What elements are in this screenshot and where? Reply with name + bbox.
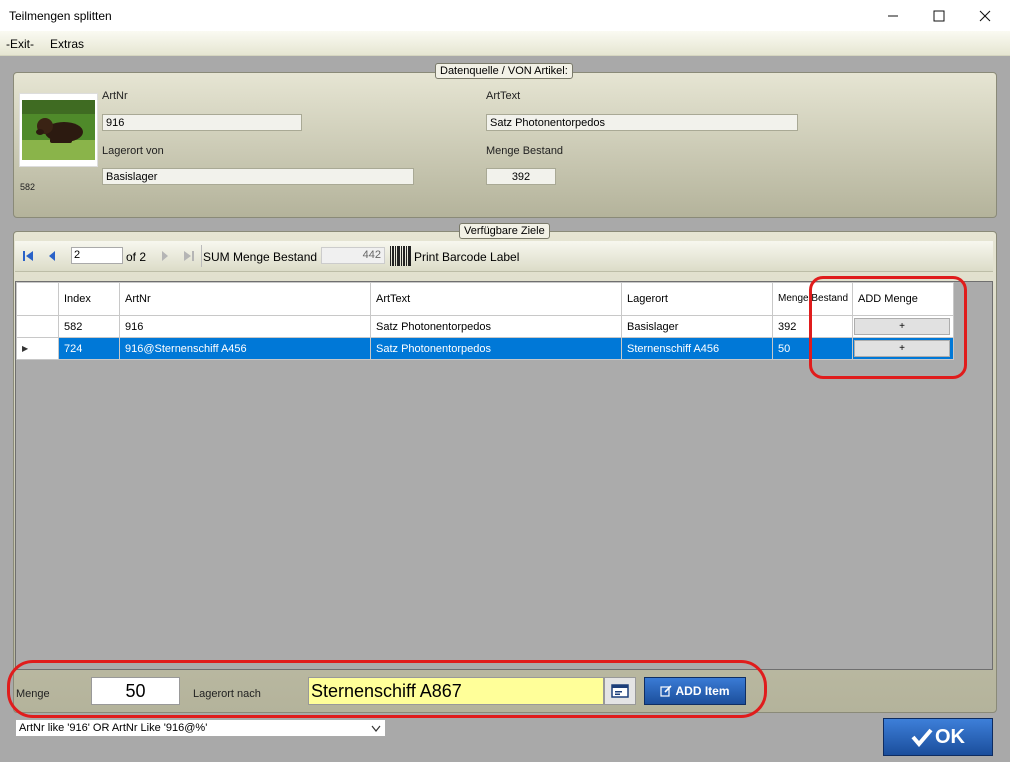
arttext-field[interactable]: Satz Photonentorpedos bbox=[486, 114, 798, 131]
table-row-selected[interactable]: ▶ 724 916@Sternenschiff A456 Satz Photon… bbox=[16, 337, 954, 360]
menu-exit[interactable]: -Exit- bbox=[6, 37, 34, 51]
row-header[interactable] bbox=[16, 315, 59, 338]
checkmark-icon bbox=[911, 728, 933, 747]
menu-bar: -Exit- Extras bbox=[0, 31, 1010, 56]
move-first-button[interactable] bbox=[22, 249, 34, 266]
cell-arttext[interactable]: Satz Photonentorpedos bbox=[370, 337, 622, 360]
table-row[interactable]: 582 916 Satz Photonentorpedos Basislager… bbox=[16, 315, 954, 338]
target-table: Index ArtNr ArtText Lagerort Menge Besta… bbox=[16, 282, 954, 360]
column-header-menge-bestand[interactable]: Menge Bestand bbox=[772, 282, 853, 316]
sum-field: 442 bbox=[321, 247, 385, 264]
add-menge-button[interactable]: + bbox=[854, 340, 950, 357]
lagerort-nach-label: Lagerort nach bbox=[193, 688, 261, 700]
arttext-label: ArtText bbox=[486, 90, 521, 102]
cell-arttext[interactable]: Satz Photonentorpedos bbox=[370, 315, 622, 338]
column-header-add-menge[interactable]: ADD Menge bbox=[852, 282, 954, 316]
title-bar: Teilmengen splitten bbox=[0, 0, 1010, 31]
menge-label: Menge bbox=[16, 688, 50, 700]
ok-button[interactable]: OK bbox=[883, 718, 993, 756]
cell-artnr[interactable]: 916 bbox=[119, 315, 371, 338]
next-icon bbox=[162, 251, 168, 261]
print-barcode-label[interactable]: Print Barcode Label bbox=[414, 250, 519, 264]
add-item-label: ADD Item bbox=[675, 684, 730, 698]
minimize-icon bbox=[888, 15, 898, 16]
artnr-label: ArtNr bbox=[102, 90, 128, 102]
column-header-artnr[interactable]: ArtNr bbox=[119, 282, 371, 316]
column-header-index[interactable]: Index bbox=[58, 282, 120, 316]
position-count-label: of 2 bbox=[126, 250, 147, 264]
artnr-field[interactable]: 916 bbox=[102, 114, 302, 131]
print-barcode-button[interactable] bbox=[389, 245, 413, 267]
lagerort-von-field[interactable]: Basislager bbox=[102, 168, 414, 185]
lagerort-nach-input[interactable]: Sternenschiff A867 bbox=[308, 677, 604, 705]
image-caption: 582 bbox=[20, 182, 36, 192]
menge-bestand-label: Menge Bestand bbox=[486, 145, 564, 157]
row-header-corner bbox=[16, 282, 59, 316]
maximize-icon bbox=[933, 10, 945, 21]
filter-value: ArtNr like '916' OR ArtNr Like '916@%' bbox=[19, 722, 208, 734]
move-last-button[interactable] bbox=[183, 249, 195, 266]
first-icon bbox=[23, 251, 33, 261]
menge-bestand-field[interactable]: 392 bbox=[486, 168, 556, 185]
lagerort-von-label: Lagerort von bbox=[102, 145, 164, 157]
cell-lagerort[interactable]: Sternenschiff A456 bbox=[621, 337, 773, 360]
menu-extras[interactable]: Extras bbox=[50, 37, 84, 51]
cell-menge[interactable]: 50 bbox=[772, 337, 853, 360]
cell-add-menge: + bbox=[852, 315, 954, 338]
window-lookup-icon bbox=[611, 684, 629, 698]
chevron-down-icon bbox=[371, 725, 381, 732]
source-legend: Datenquelle / VON Artikel: bbox=[435, 63, 573, 79]
close-button[interactable] bbox=[962, 0, 1008, 31]
cell-artnr[interactable]: 916@Sternenschiff A456 bbox=[119, 337, 371, 360]
navigator-toolbar: 2 of 2 SUM Menge Bestand 442 Print Barco… bbox=[15, 241, 993, 272]
filter-select[interactable]: ArtNr like '916' OR ArtNr Like '916@%' bbox=[15, 719, 386, 737]
maximize-button[interactable] bbox=[916, 0, 962, 31]
toolbar-separator bbox=[201, 245, 202, 267]
previous-icon bbox=[49, 251, 55, 261]
grid-header-row: Index ArtNr ArtText Lagerort Menge Besta… bbox=[16, 282, 954, 316]
row-header-current[interactable]: ▶ bbox=[16, 337, 59, 360]
last-icon bbox=[184, 251, 194, 261]
add-item-button[interactable]: ADD Item bbox=[644, 677, 746, 705]
add-menge-button[interactable]: + bbox=[854, 318, 950, 335]
barcode-icon bbox=[390, 246, 411, 266]
column-header-lagerort[interactable]: Lagerort bbox=[621, 282, 773, 316]
cell-lagerort[interactable]: Basislager bbox=[621, 315, 773, 338]
menge-input[interactable]: 50 bbox=[91, 677, 180, 705]
minimize-button[interactable] bbox=[870, 0, 916, 31]
sum-label: SUM Menge Bestand bbox=[203, 250, 318, 264]
edit-icon bbox=[660, 685, 673, 697]
cell-add-menge: + bbox=[852, 337, 954, 360]
cell-index[interactable]: 582 bbox=[58, 315, 120, 338]
ok-label: OK bbox=[935, 725, 965, 748]
cell-index[interactable]: 724 bbox=[58, 337, 120, 360]
lagerort-lookup-button[interactable] bbox=[604, 677, 636, 705]
cell-menge[interactable]: 392 bbox=[772, 315, 853, 338]
column-header-arttext[interactable]: ArtText bbox=[370, 282, 622, 316]
position-input[interactable]: 2 bbox=[71, 247, 123, 264]
target-legend: Verfügbare Ziele bbox=[459, 223, 550, 239]
target-grid: Index ArtNr ArtText Lagerort Menge Besta… bbox=[15, 281, 993, 670]
article-image bbox=[19, 93, 98, 167]
dog-photo bbox=[20, 94, 97, 166]
move-previous-button[interactable] bbox=[47, 249, 57, 266]
window-title: Teilmengen splitten bbox=[9, 9, 112, 23]
close-icon bbox=[979, 10, 991, 21]
move-next-button[interactable] bbox=[160, 249, 170, 266]
